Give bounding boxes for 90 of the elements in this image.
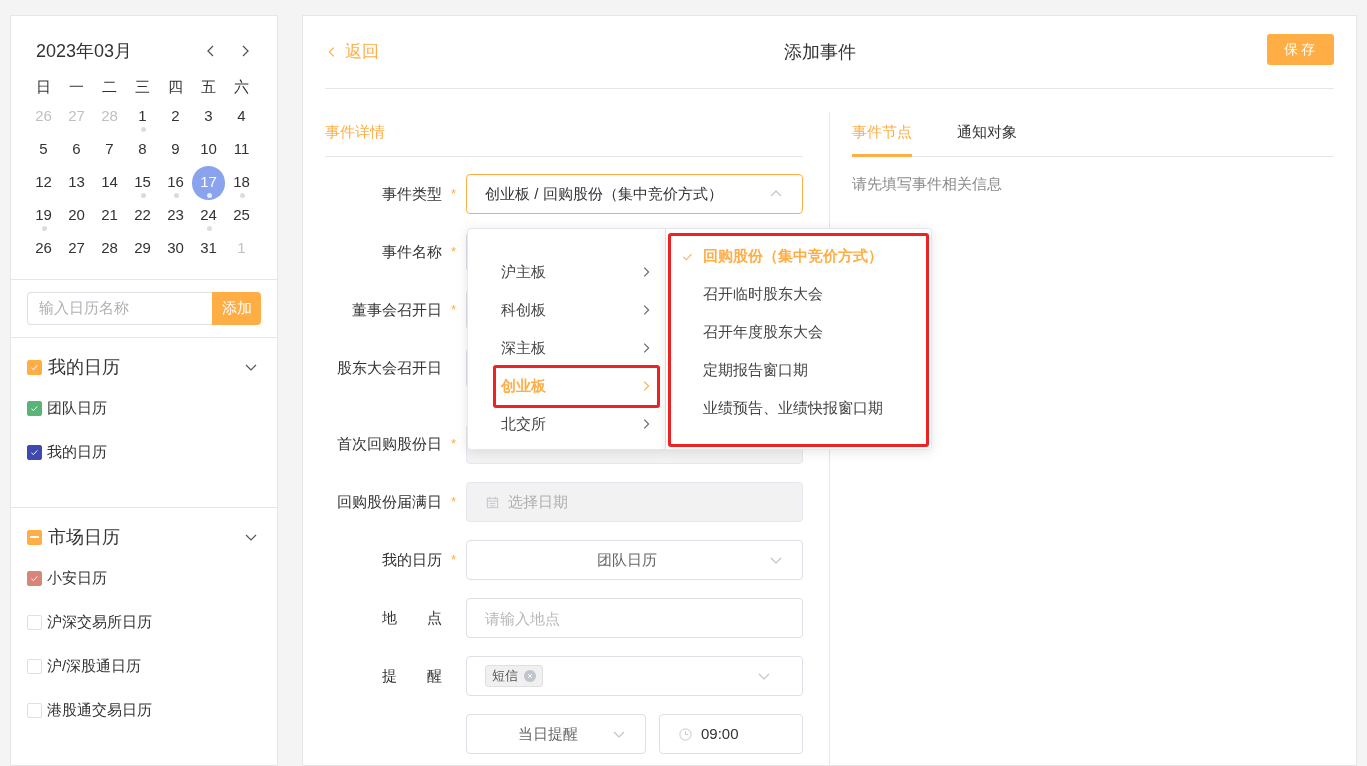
required-mark: *	[449, 493, 456, 512]
calendar-day[interactable]: 27	[60, 231, 93, 266]
menu-item[interactable]: 召开临时股东大会	[666, 275, 931, 313]
calendar-day[interactable]: 10	[192, 132, 225, 167]
tag-select-field[interactable]: 短信	[466, 656, 803, 696]
weekday-label: 三	[135, 76, 150, 97]
tag-close-icon[interactable]	[524, 670, 536, 682]
calendar-day[interactable]: 16	[159, 165, 192, 200]
menu-item[interactable]: 北交所	[468, 405, 665, 443]
field-label: 地 点	[382, 607, 442, 628]
clock-icon	[678, 726, 693, 742]
page-title: 添加事件	[783, 40, 857, 64]
checkbox[interactable]	[27, 444, 42, 460]
calendar-day[interactable]: 9	[159, 132, 192, 167]
select-field[interactable]: 团队日历	[466, 540, 803, 580]
menu-item[interactable]: 业绩预告、业绩快报窗口期	[666, 389, 931, 427]
weekday-label: 六	[234, 76, 249, 97]
menu-item[interactable]: 沪主板	[468, 253, 665, 291]
calendar-day[interactable]: 28	[93, 231, 126, 266]
calendar-day[interactable]: 8	[126, 132, 159, 167]
group-title: 市场日历	[48, 525, 121, 549]
hint-text: 请先填写事件相关信息	[852, 174, 1003, 194]
calendar-day[interactable]: 2	[159, 99, 192, 134]
text-field[interactable]: 请输入地点	[466, 598, 803, 638]
calendar-label: 团队日历	[47, 397, 107, 418]
field-label: 提 醒	[382, 665, 442, 686]
menu-item[interactable]: 召开年度股东大会	[666, 313, 931, 351]
calendar-day[interactable]: 22	[126, 198, 159, 233]
calendar-day[interactable]: 14	[93, 165, 126, 200]
calendar-icon	[485, 494, 500, 510]
field-label: 事件类型	[382, 183, 442, 204]
select-field[interactable]: 当日提醒	[466, 714, 646, 754]
time-field[interactable]: 09:00	[659, 714, 803, 754]
required-mark: *	[449, 185, 456, 204]
dash-icon	[30, 536, 39, 538]
calendar-name-field[interactable]: 输入日历名称	[27, 292, 212, 325]
menu-item[interactable]: 科创板	[468, 291, 665, 329]
calendar-label: 小安日历	[47, 567, 107, 588]
calendar-day[interactable]: 18	[225, 165, 258, 200]
calendar-day[interactable]: 15	[126, 165, 159, 200]
calendar-day[interactable]: 11	[225, 132, 258, 167]
menu-item[interactable]: 定期报告窗口期	[666, 351, 931, 389]
field-label: 董事会召开日	[352, 299, 442, 320]
field-label: 我的日历	[382, 549, 442, 570]
calendar-day[interactable]: 20	[60, 198, 93, 233]
weekday-label: 四	[168, 76, 183, 97]
checkbox[interactable]	[27, 570, 42, 586]
calendar-label: 沪/深股通日历	[47, 655, 142, 676]
weekday-label: 五	[201, 76, 216, 97]
field-label: 回购股份届满日	[337, 491, 442, 512]
weekday-label: 一	[69, 76, 84, 97]
field-label: 首次回购股份日	[337, 433, 442, 454]
calendar-day[interactable]: 30	[159, 231, 192, 266]
group-title: 我的日历	[48, 355, 121, 379]
calendar-day[interactable]: 19	[27, 198, 60, 233]
checkbox[interactable]	[27, 400, 42, 416]
tab[interactable]: 通知对象	[957, 112, 1017, 157]
checkbox[interactable]	[27, 529, 42, 545]
calendar-day[interactable]: 21	[93, 198, 126, 233]
month-title: 2023年03月	[36, 39, 133, 63]
calendar-day[interactable]: 26	[27, 231, 60, 266]
calendar-day[interactable]: 12	[27, 165, 60, 200]
calendar-day[interactable]: 13	[60, 165, 93, 200]
calendar-day[interactable]: 7	[93, 132, 126, 167]
calendar-day[interactable]: 1	[126, 99, 159, 134]
tag: 短信	[485, 665, 543, 687]
calendar-day[interactable]: 6	[60, 132, 93, 167]
calendar-day[interactable]: 24	[192, 198, 225, 233]
calendar-day[interactable]: 29	[126, 231, 159, 266]
calendar-day[interactable]: 31	[192, 231, 225, 266]
calendar-label: 我的日历	[47, 441, 107, 462]
calendar-label: 沪深交易所日历	[47, 611, 152, 632]
required-mark: *	[449, 435, 456, 454]
required-mark: *	[449, 551, 456, 570]
calendar-day[interactable]: 25	[225, 198, 258, 233]
menu-item[interactable]: 深主板	[468, 329, 665, 367]
field-label: 股东大会召开日	[337, 357, 442, 378]
select-field[interactable]: 创业板 / 回购股份（集中竞价方式）	[466, 174, 803, 214]
checkbox[interactable]	[27, 359, 42, 375]
weekday-label: 日	[36, 76, 51, 97]
calendar-day[interactable]: 5	[27, 132, 60, 167]
calendar-day[interactable]: 3	[192, 99, 225, 134]
weekday-label: 二	[102, 76, 117, 97]
calendar-day[interactable]: 23	[159, 198, 192, 233]
field-label: 事件名称	[382, 241, 442, 262]
calendar-label: 港股通交易日历	[47, 699, 152, 720]
required-mark: *	[449, 243, 456, 262]
section-title: 事件详情	[325, 121, 385, 142]
required-mark: *	[449, 301, 456, 320]
calendar-day[interactable]: 4	[225, 99, 258, 134]
